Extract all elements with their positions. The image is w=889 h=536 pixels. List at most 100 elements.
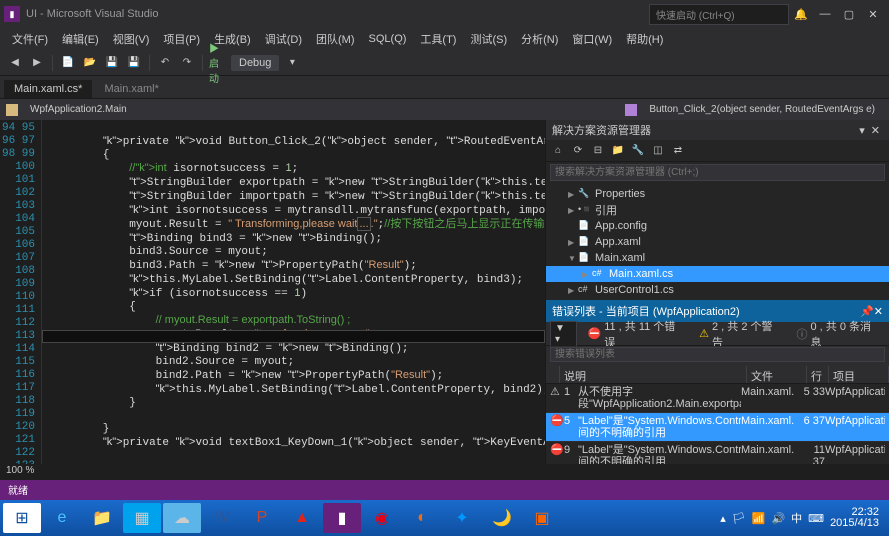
- dropdown-icon[interactable]: ▾: [283, 54, 301, 72]
- app3-icon[interactable]: ◐: [403, 503, 441, 533]
- menu-item[interactable]: 测试(S): [464, 29, 513, 49]
- tree-node[interactable]: 📄App.config: [546, 218, 889, 234]
- col-line[interactable]: 行: [807, 366, 829, 383]
- expand-icon[interactable]: ▶: [568, 190, 578, 199]
- menu-item[interactable]: 视图(V): [107, 29, 156, 49]
- system-tray[interactable]: ▴ 🏳 📶 🔊 中 ⌨ 22:322015/4/13: [720, 507, 887, 529]
- file-icon: 🔧: [578, 188, 592, 200]
- network-icon[interactable]: 📶: [752, 512, 766, 525]
- menu-item[interactable]: 分析(N): [515, 29, 564, 49]
- menu-item[interactable]: SQL(Q): [363, 31, 413, 47]
- close-button[interactable]: ✕: [861, 8, 885, 21]
- app4-icon[interactable]: ✦: [443, 503, 481, 533]
- word-icon[interactable]: W: [203, 503, 241, 533]
- notify-icon[interactable]: 🔔: [789, 8, 813, 21]
- menu-item[interactable]: 工具(T): [414, 29, 462, 49]
- breadcrumb-method[interactable]: Button_Click_2(object sender, RoutedEven…: [641, 104, 883, 115]
- zoom-indicator[interactable]: 100 %: [0, 464, 889, 480]
- expand-icon[interactable]: ▶: [568, 286, 578, 295]
- expand-icon[interactable]: ▶: [568, 206, 578, 215]
- code-area[interactable]: "k">private "k">void Button_Click_2("k">…: [42, 120, 545, 464]
- tree-node[interactable]: ▶c#Main.xaml.cs: [546, 266, 889, 282]
- app6-icon[interactable]: ▣: [523, 503, 561, 533]
- minimize-button[interactable]: —: [813, 8, 837, 20]
- maximize-button[interactable]: ▢: [837, 8, 861, 21]
- quick-launch-input[interactable]: 快速启动 (Ctrl+Q): [649, 4, 789, 25]
- expand-icon[interactable]: ▼: [568, 254, 578, 263]
- preview-icon[interactable]: ◫: [650, 143, 666, 159]
- ie-icon[interactable]: e: [43, 503, 81, 533]
- undo-icon[interactable]: ↶: [156, 54, 174, 72]
- error-row[interactable]: ⚠1从不使用字段"WpfApplication2.Main.exportpath…: [546, 384, 889, 413]
- start-button[interactable]: ⊞: [3, 503, 41, 533]
- solution-explorer-title: 解决方案资源管理器: [552, 122, 651, 138]
- config-dropdown[interactable]: Debug: [231, 55, 279, 71]
- main-toolbar: ◀ ▶ 📄 📂 💾 💾 ↶ ↷ ▶ 启动 Debug ▾: [0, 50, 889, 76]
- tree-node[interactable]: ▶•◾引用: [546, 202, 889, 218]
- save-all-icon[interactable]: 💾: [125, 54, 143, 72]
- collapse-icon[interactable]: ⊟: [590, 143, 606, 159]
- save-icon[interactable]: 💾: [103, 54, 121, 72]
- title-bar: ▮ UI - Microsoft Visual Studio 快速启动 (Ctr…: [0, 0, 889, 28]
- refresh-icon[interactable]: ⟳: [570, 143, 586, 159]
- tray-up-icon[interactable]: ▴: [720, 512, 726, 525]
- menu-item[interactable]: 调试(D): [259, 29, 308, 49]
- nav-fwd-icon[interactable]: ▶: [28, 54, 46, 72]
- tree-node[interactable]: ▼📄Main.xaml: [546, 250, 889, 266]
- node-label: 引用: [595, 202, 617, 218]
- filter-dropdown[interactable]: ▼ ▾: [550, 321, 577, 347]
- menu-item[interactable]: 团队(M): [310, 29, 361, 49]
- col-proj[interactable]: 项目: [829, 366, 889, 383]
- keyboard-icon[interactable]: ⌨: [808, 512, 824, 525]
- show-all-icon[interactable]: 📁: [610, 143, 626, 159]
- node-label: Properties: [595, 188, 645, 200]
- breadcrumb-class[interactable]: WpfApplication2.Main: [22, 104, 135, 115]
- expand-icon[interactable]: ▶: [568, 238, 578, 247]
- col-desc[interactable]: 说明: [560, 366, 747, 383]
- app2-icon[interactable]: ☁: [163, 503, 201, 533]
- panel-close-icon[interactable]: ✕: [868, 124, 883, 137]
- menu-item[interactable]: 编辑(E): [56, 29, 105, 49]
- panel-dropdown-icon[interactable]: ▾: [856, 124, 868, 137]
- error-columns: 说明 文件 行 项目: [546, 366, 889, 384]
- music-icon[interactable]: ◉: [363, 503, 401, 533]
- tree-node[interactable]: ▶📄App.xaml: [546, 234, 889, 250]
- nav-back-icon[interactable]: ◀: [6, 54, 24, 72]
- info-icon: ⓘ: [797, 326, 808, 342]
- solution-toolbar: ⌂ ⟳ ⊟ 📁 🔧 ◫ ⇄: [546, 140, 889, 162]
- solution-search-input[interactable]: [550, 164, 885, 181]
- tree-node[interactable]: ▶c#UserControl1.cs: [546, 282, 889, 298]
- volume-icon[interactable]: 🔊: [771, 512, 785, 525]
- expand-icon[interactable]: ▶: [582, 270, 592, 279]
- error-row[interactable]: ⛔5"Label"是"System.Windows.Controls.Label…: [546, 413, 889, 442]
- properties-icon[interactable]: 🔧: [630, 143, 646, 159]
- start-debug-button[interactable]: ▶ 启动: [209, 54, 227, 72]
- ime-icon[interactable]: 中: [791, 510, 802, 526]
- row-icon: ⚠: [550, 386, 564, 410]
- app1-icon[interactable]: ▦: [123, 503, 161, 533]
- new-project-icon[interactable]: 📄: [59, 54, 77, 72]
- error-search-input[interactable]: [550, 347, 885, 362]
- flag-icon[interactable]: 🏳: [732, 512, 746, 525]
- app5-icon[interactable]: 🌙: [483, 503, 521, 533]
- document-tab[interactable]: Main.xaml*: [94, 80, 168, 98]
- redo-icon[interactable]: ↷: [178, 54, 196, 72]
- home-icon[interactable]: ⌂: [550, 143, 566, 159]
- menu-item[interactable]: 项目(P): [157, 29, 206, 49]
- error-row[interactable]: ⛔9"Label"是"System.Windows.Controls.Label…: [546, 442, 889, 464]
- clock[interactable]: 22:322015/4/13: [830, 507, 879, 529]
- vs-taskbar-icon[interactable]: ▮: [323, 503, 361, 533]
- menu-item[interactable]: 窗口(W): [566, 29, 618, 49]
- document-tab[interactable]: Main.xaml.cs*: [4, 80, 92, 98]
- code-editor[interactable]: 94 95 96 97 98 99 100 101 102 103 104 10…: [0, 120, 545, 464]
- menu-item[interactable]: 帮助(H): [620, 29, 669, 49]
- pdf-icon[interactable]: ▲: [283, 503, 321, 533]
- tree-node[interactable]: ▶🔧Properties: [546, 186, 889, 202]
- menu-item[interactable]: 文件(F): [6, 29, 54, 49]
- explorer-icon[interactable]: 📁: [83, 503, 121, 533]
- solution-explorer-header: 解决方案资源管理器 ▾ ✕: [546, 120, 889, 140]
- open-icon[interactable]: 📂: [81, 54, 99, 72]
- ppt-icon[interactable]: P: [243, 503, 281, 533]
- col-file[interactable]: 文件: [747, 366, 807, 383]
- sync-icon[interactable]: ⇄: [670, 143, 686, 159]
